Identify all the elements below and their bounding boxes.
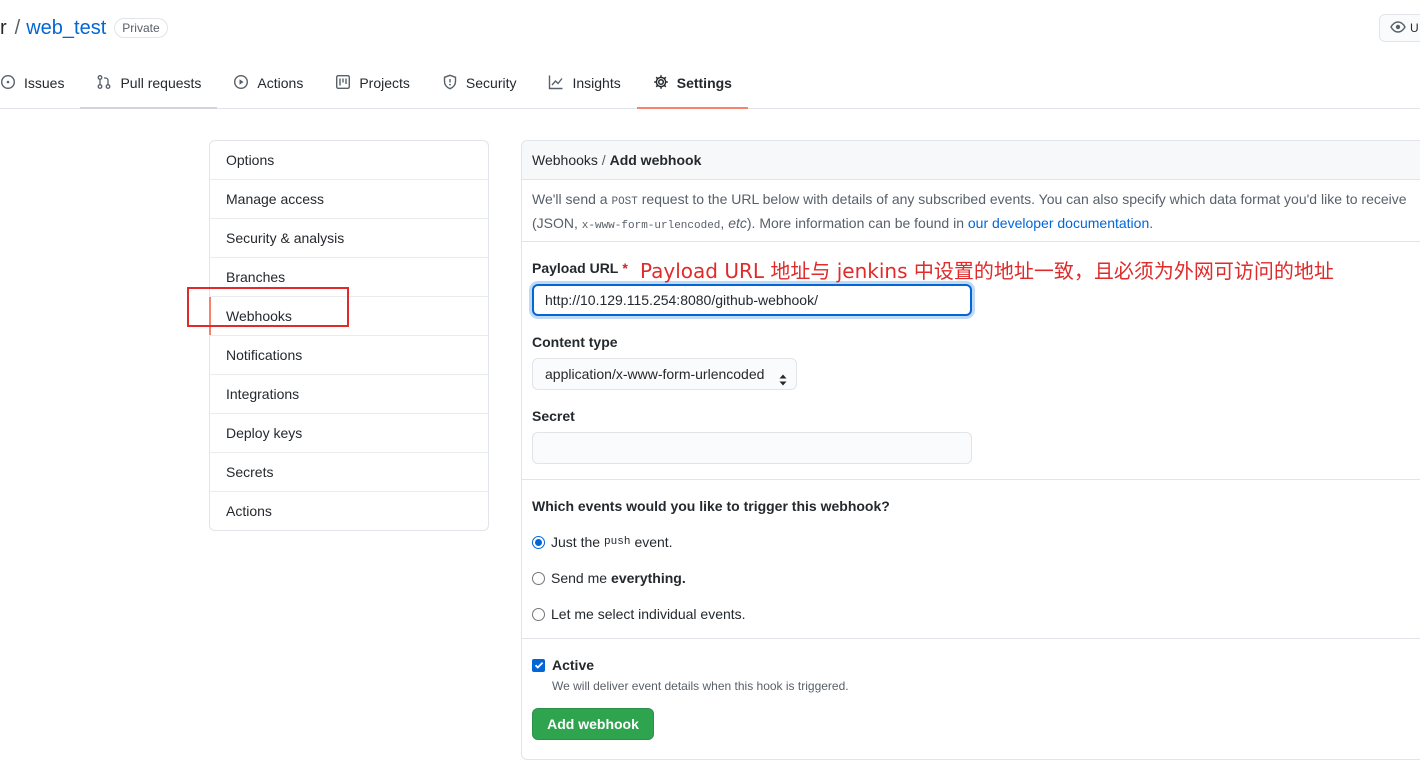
- add-webhook-button[interactable]: Add webhook: [532, 708, 654, 740]
- tab-insights[interactable]: Insights: [532, 58, 636, 108]
- desc-text: We'll send a: [532, 191, 612, 207]
- sidebar-item-actions[interactable]: Actions: [210, 492, 488, 530]
- event-everything-bold: everything.: [611, 570, 686, 586]
- sidebar-item-security-analysis[interactable]: Security & analysis: [210, 219, 488, 258]
- desc-urlencoded-code: x-www-form-urlencoded: [581, 220, 721, 232]
- active-label: Active: [552, 657, 595, 673]
- tab-security[interactable]: Security: [426, 58, 533, 108]
- active-checkbox[interactable]: [532, 658, 545, 672]
- radio-push[interactable]: [532, 535, 545, 549]
- webhook-description: We'll send a POST request to the URL bel…: [532, 189, 1412, 237]
- payload-url-label-text: Payload URL: [532, 260, 619, 276]
- desc-text: ). More information can be found in: [746, 215, 968, 231]
- gear-icon: [653, 74, 677, 93]
- active-note: We will deliver event details when this …: [552, 679, 849, 693]
- tab-projects[interactable]: Projects: [319, 58, 426, 108]
- payload-url-input[interactable]: http://10.129.115.254:8080/github-webhoo…: [532, 284, 972, 316]
- tab-label: Actions: [257, 75, 304, 91]
- tab-label: Security: [465, 75, 517, 91]
- visibility-badge: Private: [114, 18, 168, 38]
- divider: [522, 479, 1420, 480]
- sidebar-item-integrations[interactable]: Integrations: [210, 375, 488, 414]
- add-webhook-panel: Webhooks / Add webhook We'll send a POST…: [521, 140, 1420, 760]
- event-push-text: Just the: [551, 534, 601, 550]
- pull-request-icon: [96, 74, 120, 93]
- watch-button-label: U: [1410, 21, 1419, 35]
- required-mark: *: [622, 260, 628, 276]
- developer-docs-link[interactable]: our developer documentation: [968, 215, 1149, 231]
- breadcrumb-webhooks-link[interactable]: Webhooks: [532, 152, 598, 168]
- repo-tabs: Issues Pull requests Actions Projects Se…: [0, 58, 749, 109]
- content-type-label: Content type: [532, 334, 618, 350]
- tab-label: Pull requests: [120, 75, 202, 91]
- desc-etc: etc: [728, 215, 747, 231]
- annotation-highlight-box: [187, 287, 349, 327]
- tab-label: Issues: [24, 75, 65, 91]
- event-select-text: Let me select individual events.: [551, 606, 746, 622]
- repo-path: r / web_test Private: [0, 14, 168, 42]
- tab-label: Insights: [572, 75, 621, 91]
- tab-issues[interactable]: Issues: [0, 58, 80, 108]
- sidebar-item-secrets[interactable]: Secrets: [210, 453, 488, 492]
- tab-settings[interactable]: Settings: [636, 58, 749, 109]
- repo-header: r / web_test Private U Issues Pull reque…: [0, 0, 1420, 109]
- graph-icon: [548, 74, 572, 93]
- payload-url-label: Payload URL *: [532, 260, 628, 276]
- event-push-code: push: [604, 536, 631, 548]
- tab-label: Projects: [359, 75, 410, 91]
- content-type-select[interactable]: application/x-www-form-urlencoded: [532, 358, 797, 390]
- sidebar-item-notifications[interactable]: Notifications: [210, 336, 488, 375]
- content-type-value: application/x-www-form-urlencoded: [545, 366, 765, 382]
- shield-icon: [442, 74, 466, 93]
- tab-pull-requests[interactable]: Pull requests: [80, 58, 218, 109]
- event-everything-text: Send me: [551, 570, 608, 586]
- sidebar-item-deploy-keys[interactable]: Deploy keys: [210, 414, 488, 453]
- desc-post-code: POST: [611, 196, 638, 208]
- radio-select-individual[interactable]: [532, 607, 545, 621]
- secret-label: Secret: [532, 408, 575, 424]
- repo-name-link[interactable]: web_test: [26, 17, 106, 40]
- repo-path-separator: /: [14, 16, 21, 39]
- select-caret-icon: [778, 367, 788, 397]
- event-option-push[interactable]: Just the push event.: [532, 534, 673, 550]
- active-checkbox-row[interactable]: Active: [532, 657, 594, 673]
- repo-owner-fragment[interactable]: r: [0, 17, 7, 40]
- sidebar-item-manage-access[interactable]: Manage access: [210, 180, 488, 219]
- breadcrumb-current: Add webhook: [609, 152, 702, 168]
- secret-input[interactable]: [532, 432, 972, 464]
- issue-icon: [0, 74, 24, 93]
- event-option-select[interactable]: Let me select individual events.: [532, 606, 746, 622]
- events-question: Which events would you like to trigger t…: [532, 498, 890, 514]
- radio-everything[interactable]: [532, 571, 545, 585]
- tab-label: Settings: [676, 75, 732, 91]
- play-icon: [233, 74, 257, 93]
- divider: [522, 638, 1420, 639]
- settings-sidebar: Options Manage access Security & analysi…: [209, 140, 489, 531]
- breadcrumb-separator: /: [601, 152, 606, 168]
- tab-actions[interactable]: Actions: [217, 58, 319, 108]
- sidebar-item-options[interactable]: Options: [210, 141, 488, 180]
- event-option-everything[interactable]: Send me everything.: [532, 570, 686, 586]
- eye-icon: [1390, 19, 1410, 38]
- breadcrumb: Webhooks / Add webhook: [522, 141, 1420, 180]
- project-icon: [335, 74, 359, 93]
- divider: [522, 241, 1420, 242]
- desc-text: .: [1149, 215, 1154, 231]
- event-push-text-post: event.: [634, 534, 673, 550]
- watch-button[interactable]: U: [1379, 14, 1420, 42]
- annotation-note: Payload URL 地址与 jenkins 中设置的地址一致，且必须为外网可…: [640, 259, 1334, 283]
